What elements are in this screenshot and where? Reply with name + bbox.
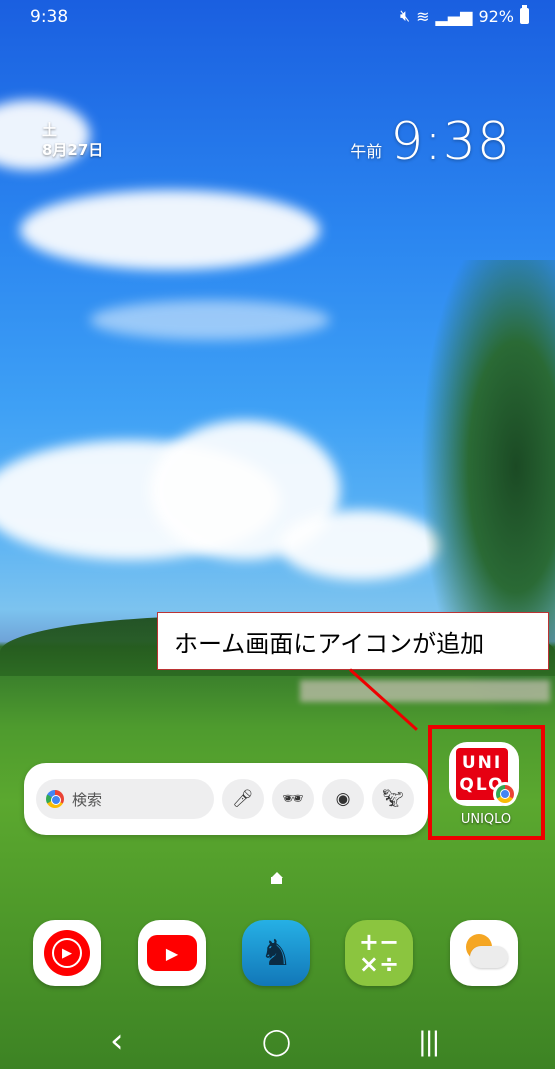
clock-widget[interactable]: 午前 9:38	[350, 112, 511, 172]
wifi-icon: ≋	[416, 6, 430, 26]
google-icon	[46, 790, 64, 808]
home-page-indicator-icon	[271, 872, 283, 884]
uniqlo-app-icon[interactable]: UNI QLO	[449, 742, 519, 806]
incognito-icon[interactable]: 🕶︎	[272, 779, 314, 819]
chrome-badge-icon	[493, 782, 517, 806]
date-widget[interactable]: 土 8月27日	[42, 120, 103, 160]
wallpaper-cloud	[90, 300, 330, 340]
status-bar: 9:38 🔇︎ ≋ ▂▄▆ 92%	[0, 0, 555, 34]
back-button[interactable]: ‹	[110, 1021, 124, 1061]
lens-icon[interactable]: ◉	[322, 779, 364, 819]
navigation-bar: ‹ ◯ |||	[0, 1015, 555, 1069]
mute-icon: 🔇︎	[400, 6, 411, 25]
mic-icon[interactable]: 🎤︎	[222, 779, 264, 819]
wallpaper-haze	[300, 680, 550, 702]
uniqlo-logo-top: UNI	[461, 753, 503, 773]
uniqlo-app-label[interactable]: UNIQLO	[436, 812, 536, 827]
recents-button[interactable]: |||	[418, 1027, 440, 1057]
annotation-callout: ホーム画面にアイコンが追加	[157, 612, 549, 670]
dino-icon[interactable]: 🦖︎	[372, 779, 414, 819]
battery-icon	[520, 5, 529, 24]
search-placeholder: 検索	[72, 790, 103, 809]
clock-ampm: 午前	[350, 142, 383, 161]
wallpaper-cloud	[280, 510, 440, 580]
wallpaper-cloud	[20, 190, 320, 270]
kindle-icon[interactable]: ♞	[242, 920, 310, 986]
signal-icon: ▂▄▆	[435, 6, 473, 26]
search-input[interactable]: 検索	[36, 779, 214, 819]
battery-percent: 92%	[478, 6, 514, 26]
status-time: 9:38	[30, 7, 69, 27]
clock-time: 9:38	[390, 112, 511, 172]
status-icons: 🔇︎ ≋ ▂▄▆ 92%	[400, 5, 529, 26]
home-screen: 9:38 🔇︎ ≋ ▂▄▆ 92% 土 8月27日 午前 9:38 ホーム画面に…	[0, 0, 555, 1069]
calculator-icon[interactable]: +− ×÷	[345, 920, 413, 986]
home-button[interactable]: ◯	[262, 1027, 291, 1057]
weather-icon[interactable]	[450, 920, 518, 986]
date-label: 8月27日	[42, 141, 104, 159]
youtube-icon[interactable]: ▶	[138, 920, 206, 986]
weekday-label: 土	[42, 121, 58, 139]
youtube-music-icon[interactable]: ▶	[33, 920, 101, 986]
google-search-widget: 検索 🎤︎ 🕶︎ ◉ 🦖︎	[24, 763, 428, 835]
